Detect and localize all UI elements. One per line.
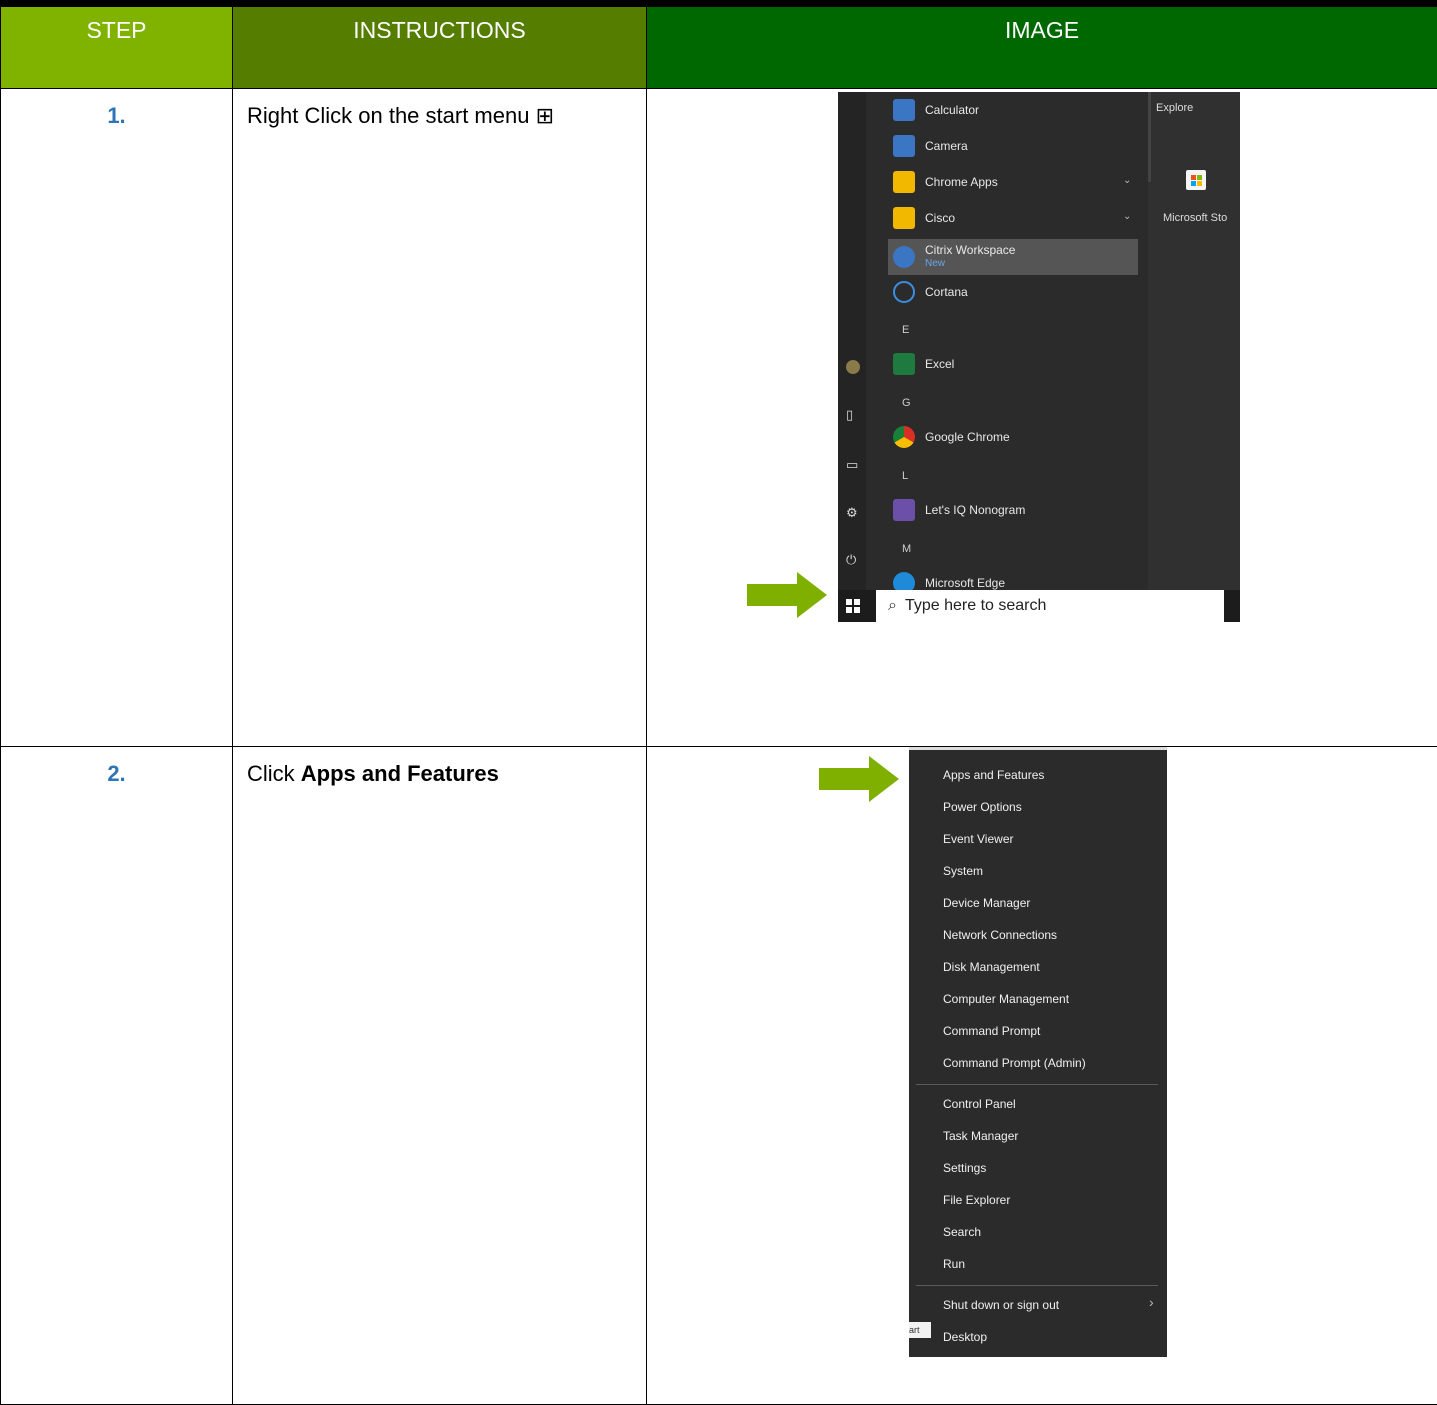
context-menu-screenshot: Apps and Features Power Options Event Vi… [909,747,1167,1357]
image-cell: Apps and Features Power Options Event Vi… [647,747,1437,1405]
menu-separator [916,1285,1158,1286]
start-menu-side-rail [838,92,866,622]
steps-table: STEP INSTRUCTIONS IMAGE 1. Right Click o… [0,6,1437,1405]
menu-item[interactable]: Network Connections [943,928,1057,942]
nonogram-icon [893,499,915,521]
power-icon[interactable]: ⏻ [846,553,860,567]
section-letter[interactable]: G [902,397,911,409]
section-letter[interactable]: M [902,543,911,555]
menu-item[interactable]: Search [943,1225,981,1239]
menu-item[interactable]: Task Manager [943,1129,1018,1143]
menu-item[interactable]: System [943,864,983,878]
cortana-icon [893,281,915,303]
image-cell: Explore Microsoft Sto Calculator Camera … [647,89,1437,747]
menu-item[interactable]: Run [943,1257,965,1271]
excel-icon [893,353,915,375]
step-number: 1. [1,89,233,747]
gear-icon[interactable]: ⚙ [846,506,860,520]
menu-item[interactable]: Command Prompt (Admin) [943,1056,1086,1070]
header-step: STEP [1,7,233,89]
section-letter[interactable]: L [902,470,908,482]
windows-start-button[interactable] [846,599,860,613]
chevron-down-icon[interactable]: ⌄ [1123,175,1131,186]
menu-item[interactable]: Shut down or sign out [943,1298,1059,1312]
step-number: 2. [1,747,233,1405]
menu-item[interactable]: File Explorer [943,1193,1010,1207]
search-icon: ⌕ [888,597,897,615]
header-instructions: INSTRUCTIONS [233,7,647,89]
menu-item[interactable]: Computer Management [943,992,1069,1006]
table-row: 2. Click Apps and Features Apps and Feat… [1,747,1437,1405]
explore-label: Explore [1156,102,1193,114]
start-menu-screenshot: Explore Microsoft Sto Calculator Camera … [838,92,1240,622]
chrome-icon [893,426,915,448]
list-item[interactable]: Citrix Workspace New [893,240,1015,274]
menu-item[interactable]: Device Manager [943,896,1030,910]
start-tooltip: art [909,1322,931,1338]
menu-item[interactable]: Command Prompt [943,1024,1040,1038]
header-row: STEP INSTRUCTIONS IMAGE [1,7,1437,89]
taskbar: ⌕ Type here to search [838,590,1240,622]
pictures-icon[interactable]: ▭ [846,458,860,472]
chevron-down-icon[interactable]: ⌄ [1123,211,1131,222]
calculator-icon [893,99,915,121]
list-item[interactable]: Chrome Apps [893,165,998,199]
list-item[interactable]: Let's IQ Nonogram [893,493,1025,527]
list-item[interactable]: Google Chrome [893,420,1010,454]
user-avatar-icon[interactable] [846,360,860,374]
windows-start-icon: ⊞ [536,103,554,128]
list-item[interactable]: Cisco [893,201,955,235]
menu-item[interactable]: Settings [943,1161,986,1175]
chevron-right-icon: › [1149,1294,1154,1310]
table-row: 1. Right Click on the start menu ⊞ Explo… [1,89,1437,747]
instruction-text: Right Click on the start menu [247,103,536,128]
document-icon[interactable]: ▯ [846,408,860,422]
list-item[interactable]: Calculator [893,93,979,127]
menu-item[interactable]: Power Options [943,800,1022,814]
instruction-cell: Right Click on the start menu ⊞ [233,89,647,747]
instruction-cell: Click Apps and Features [233,747,647,1405]
folder-icon [893,171,915,193]
menu-item[interactable]: Apps and Features [943,768,1044,782]
header-image: IMAGE [647,7,1437,89]
section-letter[interactable]: E [902,324,909,336]
pointer-arrow-icon [747,572,829,618]
instruction-bold-text: Apps and Features [301,761,499,786]
list-item[interactable]: Excel [893,347,954,381]
store-bag-icon [1186,170,1206,190]
citrix-icon [893,246,915,268]
menu-item[interactable]: Event Viewer [943,832,1013,846]
camera-icon [893,135,915,157]
start-menu-divider [1148,92,1151,182]
search-input[interactable]: ⌕ Type here to search [876,590,1224,622]
pointer-arrow-icon [819,756,901,802]
menu-item[interactable]: Desktop [943,1330,987,1344]
store-label: Microsoft Sto [1163,212,1227,224]
search-placeholder: Type here to search [905,597,1046,615]
list-item[interactable]: Cortana [893,275,968,309]
menu-separator [916,1084,1158,1085]
folder-icon [893,207,915,229]
list-item[interactable]: Camera [893,129,968,163]
start-menu-tiles-panel: Explore Microsoft Sto [1148,92,1240,590]
menu-item[interactable]: Disk Management [943,960,1040,974]
instruction-text: Click [247,761,301,786]
menu-item[interactable]: Control Panel [943,1097,1016,1111]
